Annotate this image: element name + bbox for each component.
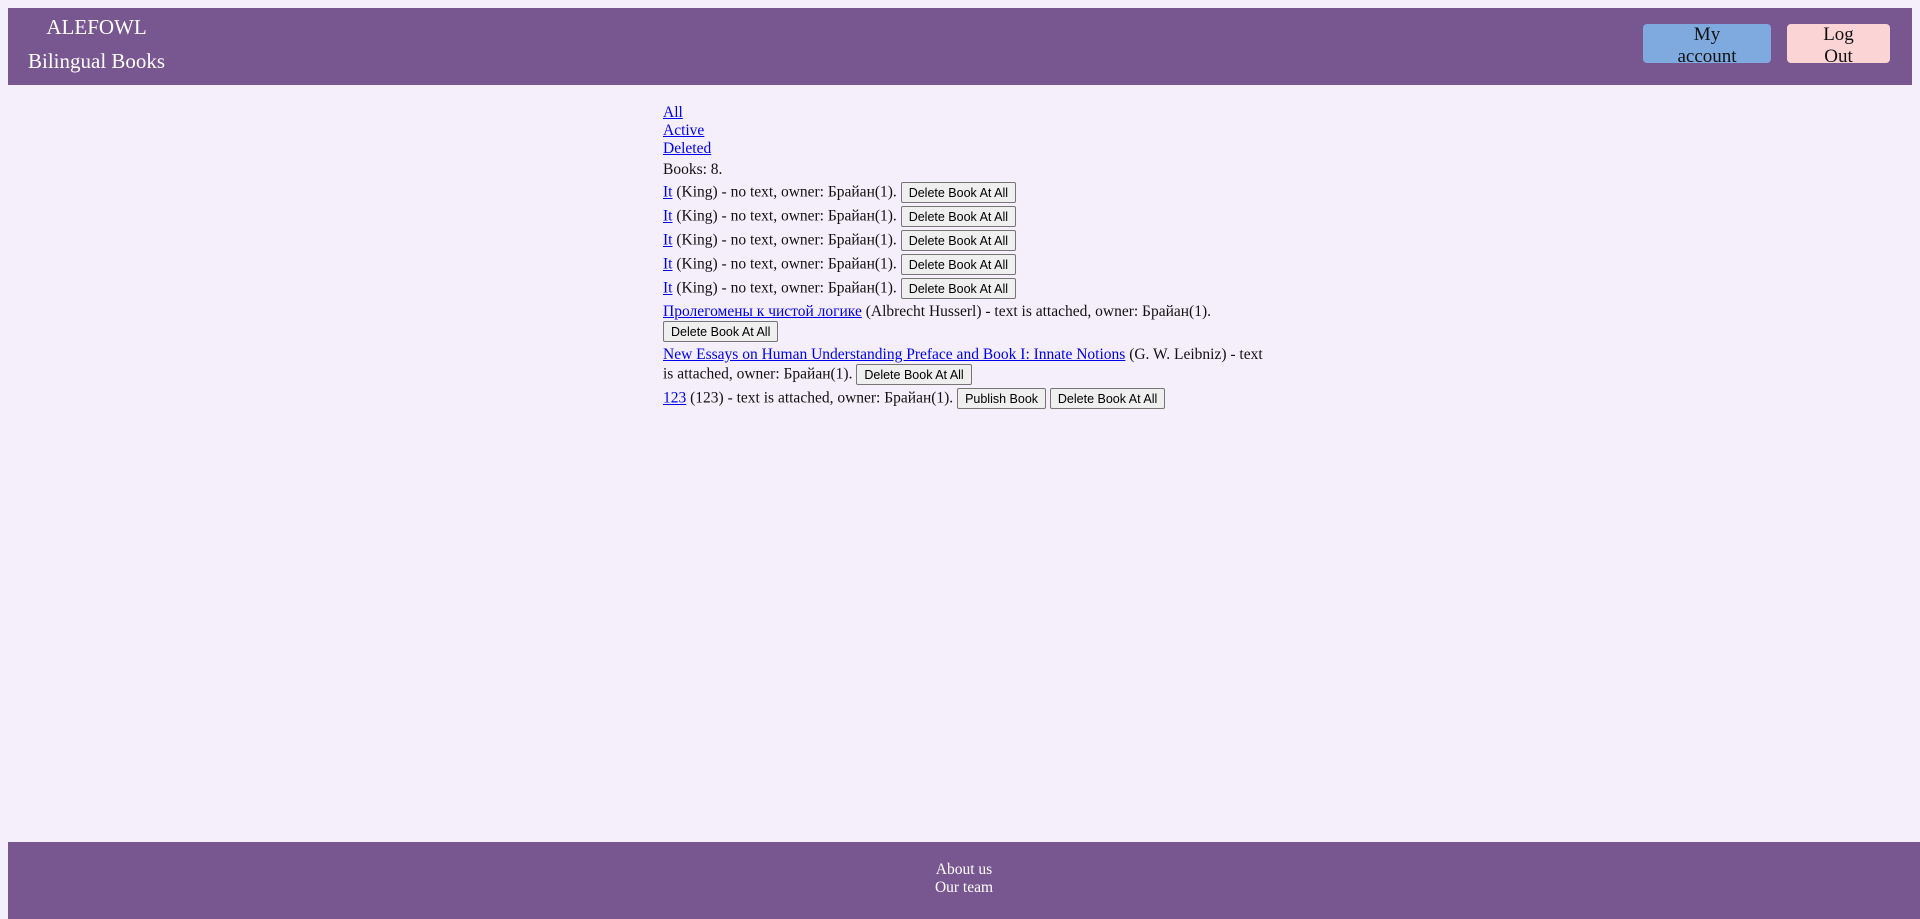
book-row: It (King) - no text, owner: Брайан(1). D… [663,278,1263,299]
our-team-link[interactable]: Our team [8,879,1920,897]
book-title-link[interactable]: New Essays on Human Understanding Prefac… [663,346,1125,363]
book-row: It (King) - no text, owner: Брайан(1). D… [663,206,1263,227]
book-details: (King) - no text, owner: Брайан(1). [672,183,901,201]
filter-active-link[interactable]: Active [663,122,1263,140]
filter-deleted-link[interactable]: Deleted [663,140,1263,158]
delete-book-button[interactable]: Delete Book At All [900,254,1017,275]
book-details: (King) - no text, owner: Брайан(1). [672,255,901,273]
books-count: Books: 8. [663,161,723,178]
delete-book-button[interactable]: Delete Book At All [900,182,1017,203]
book-details: (123) - text is attached, owner: Брайан(… [686,389,958,407]
brand-name: ALEFOWL [46,15,147,39]
my-account-button[interactable]: My account [1643,24,1771,67]
book-row: It (King) - no text, owner: Брайан(1). D… [663,230,1263,251]
book-row: It (King) - no text, owner: Брайан(1). D… [663,182,1263,203]
log-out-button[interactable]: Log Out [1787,24,1890,67]
book-details: (King) - no text, owner: Брайан(1). [672,207,901,225]
book-details: (Albrecht Husserl) - text is attached, o… [861,303,1211,320]
brand-subtitle: Bilingual Books [28,49,166,73]
delete-book-button[interactable]: Delete Book At All [856,364,972,385]
book-row: It (King) - no text, owner: Брайан(1). D… [663,254,1263,275]
delete-book-button[interactable]: Delete Book At All [900,230,1017,251]
header-actions: My account Log Out [1643,24,1890,67]
book-details: (King) - no text, owner: Брайан(1). [672,231,901,249]
delete-book-button[interactable]: Delete Book At All [900,206,1017,227]
book-details: (King) - no text, owner: Брайан(1). [672,279,901,297]
main-content: All Active Deleted Books: 8. It (King) -… [663,104,1263,412]
about-us-link[interactable]: About us [8,861,1920,879]
book-title-link[interactable]: Пролегомены к чистой логике [663,303,862,320]
publish-book-button[interactable]: Publish Book [957,388,1047,409]
book-row: New Essays on Human Understanding Prefac… [663,345,1263,385]
delete-book-button[interactable]: Delete Book At All [663,321,779,342]
book-filters: All Active Deleted [663,104,1263,158]
book-title-link[interactable]: 123 [663,390,686,407]
filter-all-link[interactable]: All [663,104,1263,122]
brand[interactable]: ALEFOWL Bilingual Books [28,14,165,74]
delete-book-button[interactable]: Delete Book At All [900,278,1017,299]
book-row: 123 (123) - text is attached, owner: Бра… [663,388,1263,409]
delete-book-button[interactable]: Delete Book At All [1049,388,1166,409]
page: ALEFOWL Bilingual Books My account Log O… [0,0,1920,919]
site-header: ALEFOWL Bilingual Books My account Log O… [8,8,1912,85]
book-row: Пролегомены к чистой логике (Albrecht Hu… [663,302,1263,342]
site-footer: About us Our team [8,842,1920,919]
